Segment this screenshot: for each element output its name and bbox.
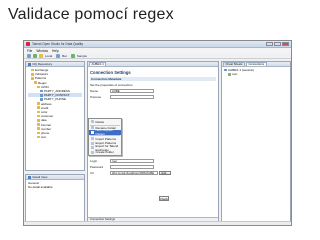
pattern-icon <box>40 98 43 101</box>
login-label: Login <box>90 159 98 163</box>
folder-icon <box>37 135 40 139</box>
folder-icon <box>37 114 40 118</box>
context-menu-item-label: Delete <box>95 119 105 124</box>
pattern-icon <box>40 89 43 93</box>
folder-icon <box>37 131 40 135</box>
toolbar-bar[interactable]: Bar <box>62 54 67 58</box>
detail-message: No detail available <box>28 185 53 190</box>
save-icon[interactable] <box>33 53 37 58</box>
section-description-text: Set the properties of connection <box>90 83 133 87</box>
folder-icon <box>37 106 40 110</box>
folder-icon <box>37 127 40 131</box>
menu-item-icon <box>91 120 94 124</box>
edit-url-button[interactable]: Edit... <box>159 170 172 176</box>
folder-icon <box>31 68 34 72</box>
context-menu-item-label: New Regular Pattern <box>95 128 113 137</box>
folder-icon <box>37 102 40 105</box>
repository-title: DQ Repository <box>32 62 53 66</box>
name-label: Name <box>90 89 99 93</box>
name-field[interactable]: AUBE <box>110 89 154 93</box>
tab-connection-editor[interactable]: AUBE/1.1 <box>89 61 107 66</box>
local-icon[interactable] <box>39 53 43 58</box>
menu-item-icon <box>91 141 94 145</box>
menu-item-icon <box>91 137 94 141</box>
password-field[interactable] <box>110 165 154 169</box>
context-menu: Delete Rename Folder New Regular Pattern Im… <box>88 118 122 157</box>
menu-item-icon <box>91 150 94 154</box>
detail-view-body: General No detail available <box>26 180 84 190</box>
form-title: Connection Settings <box>90 69 131 75</box>
folder-icon <box>31 72 34 76</box>
folder-icon <box>34 81 37 84</box>
window-titlebar: Talend Open Studio for Data Quality <box>24 41 291 48</box>
context-menu-item[interactable]: New Regular Pattern <box>89 128 121 137</box>
menu-file[interactable]: File <box>27 49 32 53</box>
detail-view-title: Detail View <box>32 175 48 179</box>
detail-view-icon <box>28 175 31 179</box>
login-field[interactable]: root <box>110 159 154 163</box>
folder-icon <box>37 85 40 89</box>
connection-subitem-label: root <box>232 72 238 77</box>
context-menu-item-label: Create Folder <box>95 150 114 155</box>
password-label: Password <box>90 165 104 169</box>
status-bar <box>24 221 291 225</box>
folder-icon <box>37 119 40 122</box>
repository-icon <box>28 62 31 66</box>
context-menu-item[interactable]: Delete <box>89 120 121 125</box>
window-title: Talend Open Studio for Data Quality <box>32 42 84 46</box>
menu-item-icon <box>91 126 94 130</box>
folder-icon <box>31 77 34 80</box>
minimize-button[interactable] <box>266 42 273 46</box>
check-button[interactable]: Check <box>159 196 169 201</box>
toolbar-sample[interactable]: Sample <box>77 54 87 58</box>
tab-connections[interactable]: Connections <box>245 61 267 66</box>
application-window: Talend Open Studio for Data Quality File… <box>23 40 292 226</box>
detail-view-pane: Detail View General No detail available <box>25 174 85 222</box>
purpose-field[interactable] <box>110 95 154 99</box>
pattern-icon <box>40 93 43 97</box>
url-label: Url <box>90 171 94 175</box>
purpose-row: Purpose <box>88 94 218 100</box>
toolbar: Local Bar Sample <box>24 53 291 59</box>
folder-icon <box>37 123 40 126</box>
menu-item-icon <box>91 130 94 134</box>
maximize-button[interactable] <box>274 42 281 46</box>
bar-icon[interactable] <box>56 53 61 58</box>
menu-window[interactable]: Window <box>36 49 48 53</box>
window-controls <box>266 42 289 46</box>
repository-pane: DQ Repository Exchange Indicators Patterns… <box>25 61 85 171</box>
tree-item[interactable]: text <box>28 135 82 139</box>
url-row: Url jdbc:mysql://localhost:3306/AUBE Edi… <box>88 170 218 176</box>
menu-help[interactable]: Help <box>52 49 59 53</box>
menu-item-icon <box>91 146 94 150</box>
context-menu-item-label: Import Patterns <box>95 136 117 141</box>
slide-title: Validace pomocí regex <box>8 6 174 23</box>
new-icon[interactable] <box>27 53 31 58</box>
url-field[interactable]: jdbc:mysql://localhost:3306/AUBE <box>110 171 158 175</box>
right-tabs: Cheat Sheets Connections <box>222 61 290 67</box>
database-icon <box>224 68 227 72</box>
section-connection-metadata[interactable]: Connection Metadata <box>90 77 216 81</box>
schema-icon <box>228 72 231 76</box>
toolbar-local[interactable]: Local <box>45 54 52 58</box>
close-button[interactable] <box>282 42 289 46</box>
connections-tree: AUBE/1.1 (session) root <box>222 67 290 77</box>
connection-subitem[interactable]: root <box>224 72 288 76</box>
connections-pane: Cheat Sheets Connections AUBE/1.1 (sessi… <box>221 61 291 222</box>
tab-cheat-sheets[interactable]: Cheat Sheets <box>223 61 245 66</box>
editor-tabs: AUBE/1.1 <box>88 61 218 67</box>
sample-icon[interactable] <box>70 53 75 58</box>
repository-tree: Exchange Indicators Patterns Regex CZIKI PART… <box>26 67 84 140</box>
purpose-label: Purpose <box>90 95 102 99</box>
folder-icon <box>37 110 40 114</box>
app-logo-icon <box>26 42 30 46</box>
tree-item-label: text <box>41 135 46 140</box>
